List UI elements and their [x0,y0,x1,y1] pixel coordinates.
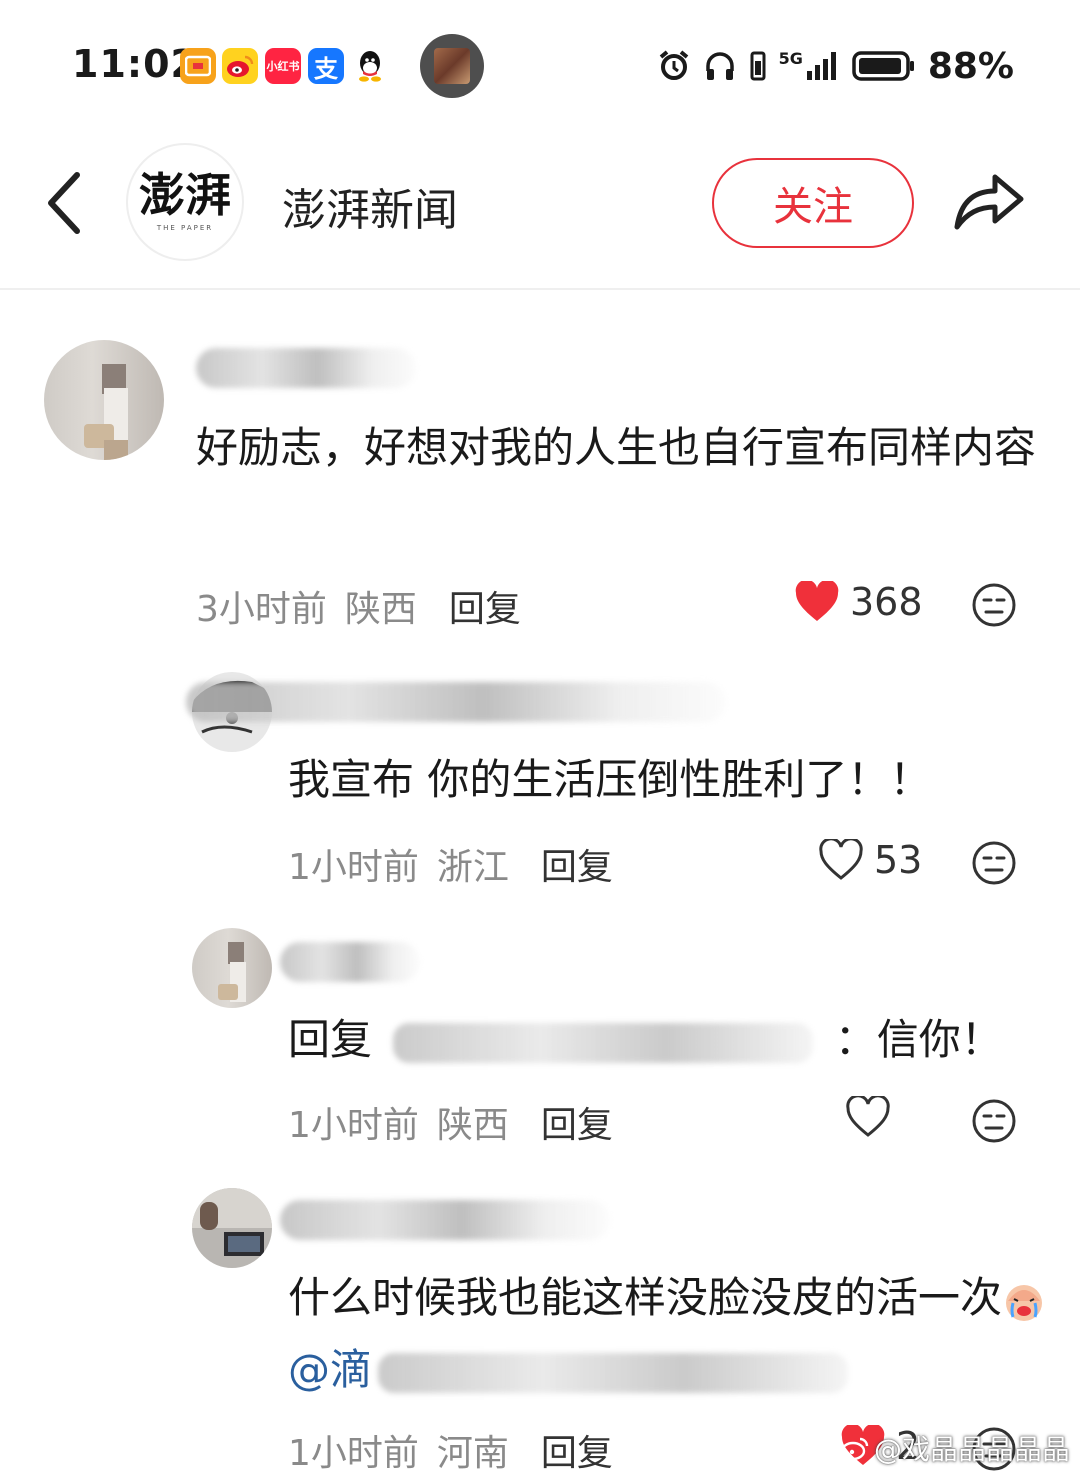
like-count: 53 [874,838,923,882]
reply-button[interactable]: 回复 [449,580,521,632]
reply-body: ：信你！ [834,1015,1003,1064]
channel-name[interactable]: 澎湃新闻 [282,174,458,238]
emoji-reaction-icon[interactable] [971,582,1017,628]
heart-filled-icon [795,581,839,621]
emoji-reaction-icon[interactable] [971,840,1017,886]
heart-outline-icon [819,839,863,880]
comment-meta: 1小时前 河南 回复 [288,1424,613,1476]
comment-time: 1小时前 [288,1433,419,1474]
battery-icon [852,51,914,81]
logo-subtext: THE PAPER [156,224,214,232]
reply-prefix: 回复 [288,1015,373,1064]
comment-text: 回复 ：信你！ [288,1004,1048,1076]
watermark-text: @戏晶晶晶晶晶 [873,1433,1070,1466]
reply-button[interactable]: 回复 [541,838,613,890]
like-count: 368 [850,580,923,624]
comment-time: 1小时前 [288,1105,419,1146]
comment-text: 我宣布 你的生活压倒性胜利了！！ [288,755,932,804]
network-label: 5G [778,49,803,68]
comment-item: 好励志，好想对我的人生也自行宣布同样内容 3小时前 陕西 回复 368 [0,290,1080,670]
reply-item: 我宣布 你的生活压倒性胜利了！！ 1小时前 浙江 回复 53 [0,670,1080,920]
comment-meta: 3小时前 陕西 回复 [196,580,521,632]
comment-region: 河南 [436,1433,509,1474]
follow-button[interactable]: 关注 [712,158,914,248]
vibrate-icon [750,51,766,81]
comment-time: 3小时前 [196,589,327,630]
mentioned-user-redacted[interactable] [393,1022,814,1063]
comment-meta: 1小时前 浙江 回复 [288,838,613,890]
username-redacted[interactable] [280,942,420,982]
comment-text: 什么时候我也能这样没脸没皮的活一次 @滴 [288,1262,1048,1406]
battery-percent: 88% [927,45,1014,87]
like-button[interactable]: 53 [818,838,922,882]
username-redacted[interactable] [186,682,726,722]
comment-region: 陕西 [436,1105,509,1146]
mention-link[interactable]: @滴 [288,1345,372,1394]
share-arrow-icon [954,174,1024,230]
emoji-reaction-icon[interactable] [971,1098,1017,1144]
headphones-icon [705,52,734,80]
avatar[interactable] [192,928,272,1008]
weibo-logo-icon [840,1437,869,1461]
qq-icon [352,48,388,84]
avatar[interactable] [192,1188,272,1268]
top-nav-bar: 澎湃 THE PAPER 澎湃新闻 关注 [0,130,1080,290]
status-bar: 11:02 小红书 支 5G 88% [0,0,1080,130]
network-indicator: 5G [779,51,840,81]
xiaohongshu-icon: 小红书 [265,48,301,84]
comment-region: 陕西 [344,589,417,630]
logo-text: 澎湃 [139,168,231,222]
like-button[interactable] [845,1096,901,1138]
comment-region: 浙江 [436,847,509,888]
crying-baby-emoji-icon [1006,1284,1043,1321]
reply-item: 回复 ：信你！ 1小时前 陕西 回复 [0,928,1080,1178]
comment-meta: 1小时前 陕西 回复 [288,1096,613,1148]
username-redacted[interactable] [280,1200,610,1240]
signal-icon [806,52,836,80]
share-button[interactable] [948,166,1030,236]
status-indicators: 5G 88% [657,44,1014,88]
mail-icon [180,48,216,84]
comment-body: 什么时候我也能这样没脸没皮的活一次 [288,1273,1003,1322]
watermark: @戏晶晶晶晶晶 [840,1428,1070,1468]
like-button[interactable]: 368 [794,580,923,624]
reply-button[interactable]: 回复 [541,1096,613,1148]
heart-outline-icon [846,1096,890,1137]
avatar[interactable] [44,340,164,460]
alarm-icon [659,50,688,80]
alipay-icon: 支 [308,48,344,84]
back-button[interactable] [38,168,88,238]
screen-record-thumbnail[interactable] [420,34,484,98]
reply-button[interactable]: 回复 [541,1424,613,1476]
mention-redacted[interactable] [378,1352,849,1393]
channel-avatar[interactable]: 澎湃 THE PAPER [126,143,244,261]
comment-time: 1小时前 [288,847,419,888]
username-redacted[interactable] [196,348,416,388]
weibo-icon [222,48,258,84]
comment-text: 好励志，好想对我的人生也自行宣布同样内容 [196,423,1037,472]
chevron-left-icon [48,172,80,234]
